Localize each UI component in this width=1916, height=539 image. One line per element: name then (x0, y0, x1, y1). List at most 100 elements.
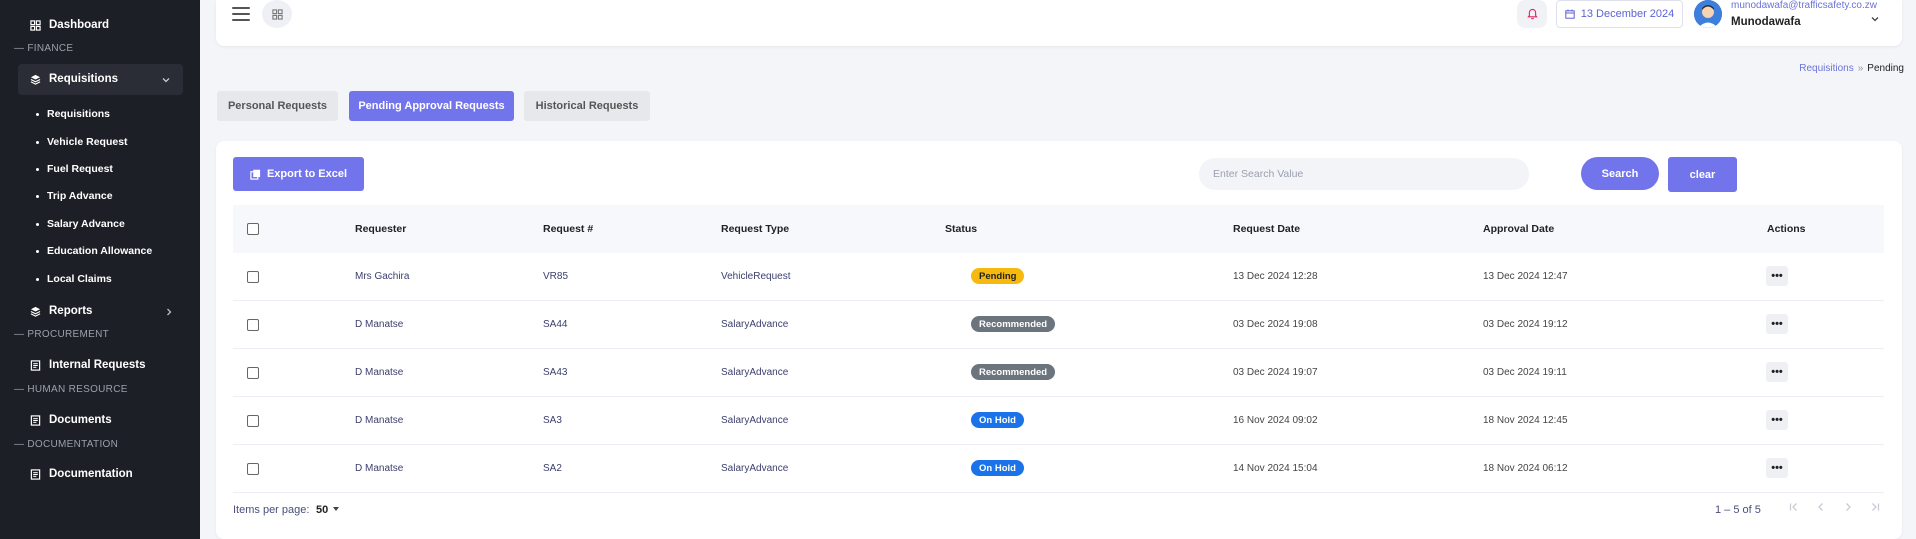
chevron-right-icon (167, 308, 172, 316)
previous-page-icon[interactable] (1815, 501, 1827, 513)
layers-icon (30, 74, 41, 85)
row-checkbox[interactable] (247, 415, 259, 427)
first-page-icon[interactable] (1788, 501, 1800, 513)
caret-down-icon[interactable] (333, 507, 339, 511)
cell-approval-date: 18 Nov 2024 06:12 (1483, 463, 1568, 474)
select-all-checkbox[interactable] (247, 223, 259, 235)
sidebar-item-label: Fuel Request (47, 163, 113, 175)
sidebar-item-label: Reports (49, 305, 93, 317)
top-bar: 13 December 2024 munodawafa@trafficsafet… (216, 0, 1902, 46)
date-text: 13 December 2024 (1580, 8, 1675, 20)
export-to-excel-button[interactable]: Export to Excel (233, 157, 364, 191)
sidebar-item-documentation[interactable]: Documentation (30, 468, 133, 480)
page-range-label: 1 – 5 of 5 (1715, 504, 1761, 516)
status-badge: Recommended (971, 364, 1056, 380)
apps-grid-button[interactable] (262, 0, 292, 28)
table-row[interactable]: D Manatse SA43 SalaryAdvance Recommended… (233, 349, 1884, 397)
export-button-label: Export to Excel (266, 168, 348, 180)
breadcrumb-parent[interactable]: Requisitions (1799, 63, 1853, 74)
bell-icon (1526, 8, 1538, 20)
row-actions-button[interactable]: ••• (1766, 314, 1788, 334)
cell-request-type: SalaryAdvance (721, 463, 789, 474)
breadcrumb: Requisitions » Pending (1799, 63, 1904, 74)
search-input[interactable] (1199, 158, 1529, 190)
bullet-icon (36, 222, 39, 226)
cell-request-date: 03 Dec 2024 19:07 (1233, 367, 1318, 378)
cell-request-number: SA44 (543, 319, 568, 330)
table-row[interactable]: D Manatse SA44 SalaryAdvance Recommended… (233, 301, 1884, 349)
sidebar-subitem-vehicle-request[interactable]: Vehicle Request (36, 136, 128, 148)
status-badge: On Hold (971, 460, 1024, 476)
cell-request-number: SA43 (543, 367, 568, 378)
page-size-select[interactable]: 50 (316, 504, 328, 516)
row-checkbox[interactable] (247, 271, 259, 283)
column-header-status[interactable]: Status (945, 223, 977, 235)
sidebar-item-label: Dashboard (49, 19, 110, 31)
cell-requester: Mrs Gachira (355, 271, 410, 282)
column-header-approval-date[interactable]: Approval Date (1483, 223, 1554, 235)
column-header-request-number[interactable]: Request # (543, 223, 593, 235)
table-row[interactable]: D Manatse SA2 SalaryAdvance On Hold 14 N… (233, 445, 1884, 493)
sidebar-subitem-requisitions[interactable]: Requisitions (36, 108, 110, 120)
sidebar-group-requisitions[interactable]: Requisitions (18, 64, 183, 95)
user-name[interactable]: Munodawafa (1731, 16, 1801, 28)
section-label-human-resource: — HUMAN RESOURCE (14, 384, 128, 395)
row-actions-button[interactable]: ••• (1766, 266, 1788, 286)
sidebar-item-label: Vehicle Request (47, 136, 128, 148)
row-checkbox[interactable] (247, 463, 259, 475)
row-actions-button[interactable]: ••• (1766, 458, 1788, 478)
next-page-icon[interactable] (1842, 501, 1854, 513)
sidebar-item-documents[interactable]: Documents (30, 414, 112, 426)
sidebar-item-label: Trip Advance (47, 190, 113, 202)
tab-historical-requests[interactable]: Historical Requests (524, 91, 650, 121)
grid-icon (271, 8, 283, 20)
chevron-down-icon[interactable] (1870, 14, 1880, 24)
clear-button[interactable]: clear (1668, 157, 1737, 192)
sidebar-item-label: Documents (49, 414, 112, 426)
row-checkbox[interactable] (247, 367, 259, 379)
row-actions-button[interactable]: ••• (1766, 410, 1788, 430)
column-header-requester[interactable]: Requester (355, 223, 406, 235)
sidebar-subitem-fuel-request[interactable]: Fuel Request (36, 163, 113, 175)
bullet-icon (36, 194, 39, 198)
user-email: munodawafa@trafficsafety.co.zw (1731, 0, 1877, 11)
bullet-icon (36, 277, 39, 281)
avatar[interactable] (1694, 0, 1722, 28)
sidebar-item-reports[interactable]: Reports (30, 305, 92, 317)
sidebar-item-label: Education Allowance (47, 245, 153, 257)
sidebar-subitem-salary-advance[interactable]: Salary Advance (36, 218, 125, 230)
last-page-icon[interactable] (1869, 501, 1881, 513)
row-checkbox[interactable] (247, 319, 259, 331)
sidebar-subitem-trip-advance[interactable]: Trip Advance (36, 190, 113, 202)
sidebar-item-internal-requests[interactable]: Internal Requests (30, 359, 146, 371)
sidebar-item-label: Internal Requests (49, 359, 146, 371)
cell-request-type: SalaryAdvance (721, 415, 789, 426)
cell-request-date: 16 Nov 2024 09:02 (1233, 415, 1318, 426)
search-button[interactable]: Search (1581, 157, 1659, 190)
copy-icon (250, 169, 261, 180)
hamburger-menu-icon[interactable] (232, 7, 250, 21)
cell-requester: D Manatse (355, 319, 404, 330)
column-header-actions: Actions (1767, 223, 1806, 235)
tab-pending-approval-requests[interactable]: Pending Approval Requests (349, 91, 514, 121)
sidebar-subitem-local-claims[interactable]: Local Claims (36, 273, 112, 285)
sidebar-subitem-education-allowance[interactable]: Education Allowance (36, 245, 152, 257)
tab-personal-requests[interactable]: Personal Requests (217, 91, 338, 121)
cell-request-number: SA2 (543, 463, 562, 474)
column-header-request-type[interactable]: Request Type (721, 223, 789, 235)
document-icon (30, 414, 41, 426)
notifications-button[interactable] (1517, 0, 1547, 28)
table-row[interactable]: D Manatse SA3 SalaryAdvance On Hold 16 N… (233, 397, 1884, 445)
date-display[interactable]: 13 December 2024 (1556, 0, 1683, 28)
row-actions-button[interactable]: ••• (1766, 362, 1788, 382)
table-header: Requester Request # Request Type Status … (233, 205, 1884, 253)
table-row[interactable]: Mrs Gachira VR85 VehicleRequest Pending … (233, 253, 1884, 301)
bullet-icon (36, 140, 39, 144)
column-header-request-date[interactable]: Request Date (1233, 223, 1300, 235)
breadcrumb-separator: » (1857, 63, 1864, 74)
cell-approval-date: 18 Nov 2024 12:45 (1483, 415, 1568, 426)
sidebar-item-dashboard[interactable]: Dashboard (30, 19, 109, 31)
status-badge: Pending (971, 268, 1025, 284)
cell-approval-date: 03 Dec 2024 19:11 (1483, 367, 1567, 378)
cell-request-date: 14 Nov 2024 15:04 (1233, 463, 1318, 474)
